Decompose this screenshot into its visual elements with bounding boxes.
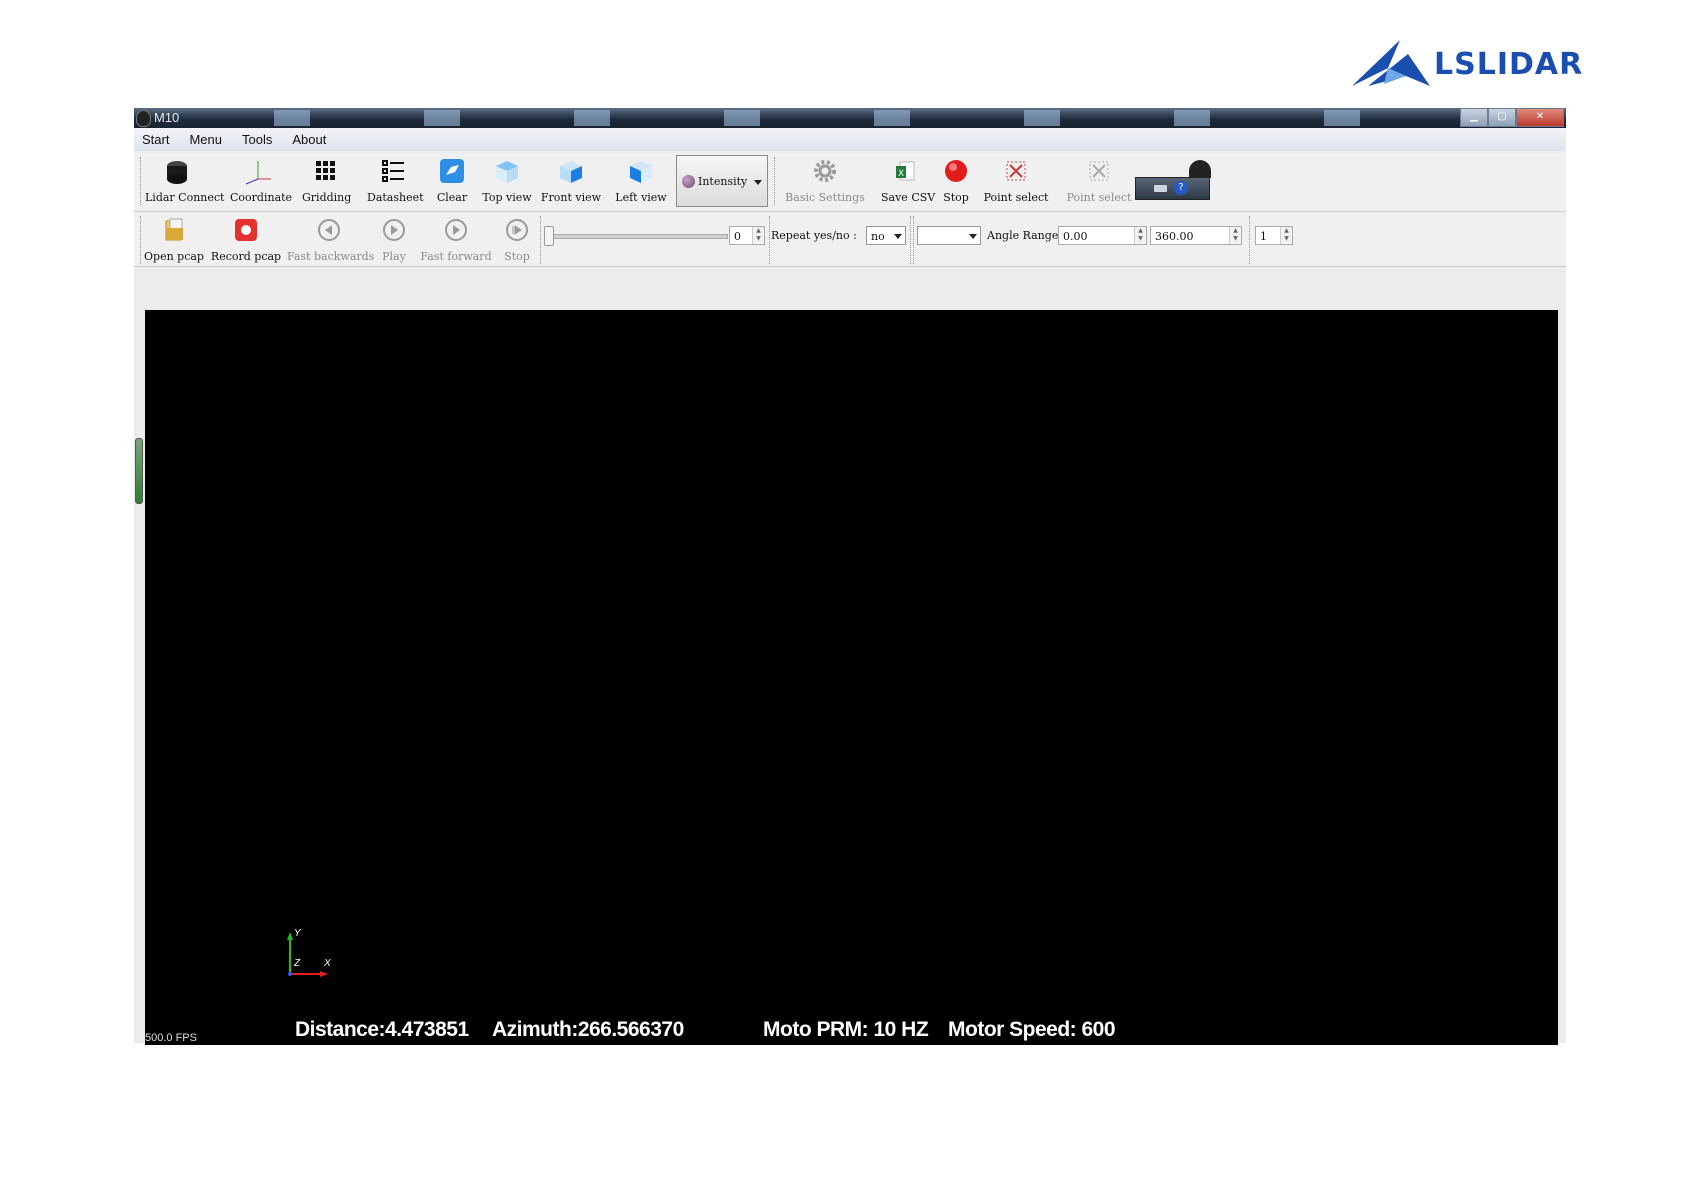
datasheet-icon (378, 157, 408, 187)
top-view-button[interactable]: Top view (480, 157, 534, 204)
frame-spin-arrows[interactable]: ▲ ▼ (752, 227, 764, 244)
step-spin-arrows[interactable]: ▲ ▼ (1280, 227, 1292, 244)
step-spinbox[interactable]: 1 ▲ ▼ (1255, 226, 1293, 245)
lidar-connect-button[interactable]: Lidar Connect (145, 157, 224, 204)
intensity-color-icon (682, 175, 695, 188)
clear-button[interactable]: Clear (434, 157, 470, 204)
menu-about[interactable]: About (292, 132, 326, 147)
point-select-button[interactable]: Point select (981, 157, 1051, 204)
help-icon[interactable]: ? (1174, 181, 1188, 195)
open-pcap-button[interactable]: Open pcap (144, 216, 204, 263)
cube-top-icon (492, 157, 522, 187)
playback-slider-handle[interactable] (544, 226, 554, 246)
axis-z-label: Z (294, 958, 301, 969)
input-method-toolbar[interactable]: ? (1135, 160, 1211, 200)
coordinate-button[interactable]: Coordinate (230, 157, 292, 204)
basic-settings-button[interactable]: Basic Settings (784, 157, 866, 204)
maximize-button[interactable]: ▢ (1488, 108, 1516, 127)
fast-forward-icon (441, 216, 471, 246)
front-view-button[interactable]: Front view (540, 157, 602, 204)
cube-left-icon (626, 157, 656, 187)
motor-speed-readout: Motor Speed: 600 (948, 1018, 1116, 1041)
stop-lidar-button[interactable]: Stop (939, 157, 973, 204)
color-mode-label: Intensity (698, 175, 748, 188)
device-dropdown-arrow-icon (969, 234, 977, 239)
angle-max-spin-arrows[interactable]: ▲ ▼ (1229, 227, 1241, 244)
dropdown-arrow-icon (754, 180, 762, 185)
repeat-label: Repeat yes/no : (771, 229, 857, 242)
point-select-disabled-icon (1084, 157, 1114, 187)
repeat-dropdown-arrow-icon (894, 234, 902, 239)
menu-bar: Start Menu Tools About (134, 128, 1566, 151)
point-cloud-viewport[interactable]: Y Z X 500.0 FPS Distance:4.473851 Azimut… (145, 310, 1558, 1045)
lslidar-logo: LSLIDAR (1348, 36, 1598, 92)
distance-readout: Distance:4.473851 (295, 1018, 469, 1041)
menu-start[interactable]: Start (142, 132, 169, 147)
play-button[interactable]: Play (378, 216, 410, 263)
stop-playback-button[interactable]: Stop (499, 216, 535, 263)
angle-max-spinbox[interactable]: 360.00 ▲ ▼ (1150, 226, 1242, 245)
excel-icon: X (891, 157, 921, 187)
lslidar-logo-mark (1352, 40, 1430, 86)
keyboard-icon[interactable] (1154, 185, 1167, 192)
gridding-button[interactable]: Gridding (302, 157, 351, 204)
repeat-dropdown[interactable]: no (866, 226, 906, 245)
axis-widget: Y Z X (284, 928, 334, 980)
left-view-button[interactable]: Left view (613, 157, 669, 204)
record-pcap-button[interactable]: Record pcap (210, 216, 282, 263)
cube-front-icon (556, 157, 586, 187)
record-icon (231, 216, 261, 246)
point-select-icon (1001, 157, 1031, 187)
coordinate-icon (243, 157, 273, 187)
app-window: M10 ▁ ▢ ✕ Start Menu Tools About Lidar C… (134, 108, 1566, 1045)
azimuth-readout: Azimuth:266.566370 (492, 1018, 684, 1041)
play-icon (379, 216, 409, 246)
moto-prm-readout: Moto PRM: 10 HZ (763, 1018, 929, 1041)
svg-text:X: X (898, 169, 904, 179)
user-avatar-icon (1189, 160, 1211, 178)
playback-toolbar: Open pcap Record pcap Fast backwards Pla… (134, 212, 1566, 267)
fast-forward-button[interactable]: Fast forward (419, 216, 493, 263)
axis-x-label: X (324, 958, 331, 969)
menu-tools[interactable]: Tools (242, 132, 272, 147)
fps-counter: 500.0 FPS (145, 1032, 197, 1044)
color-mode-dropdown[interactable]: Intensity (676, 155, 768, 207)
title-bar[interactable]: M10 ▁ ▢ ✕ (134, 108, 1566, 128)
stop-red-circle-icon (941, 157, 971, 187)
frame-spinbox[interactable]: 0 ▲ ▼ (729, 226, 765, 245)
minimize-button[interactable]: ▁ (1460, 108, 1488, 127)
app-icon (136, 110, 151, 127)
grid-icon (311, 157, 341, 187)
angle-min-spin-arrows[interactable]: ▲ ▼ (1134, 227, 1146, 244)
stop-icon (502, 216, 532, 246)
rewind-icon (314, 216, 344, 246)
axis-y-label: Y (294, 928, 301, 939)
angle-min-spinbox[interactable]: 0.00 ▲ ▼ (1058, 226, 1147, 245)
fast-backwards-button[interactable]: Fast backwards (287, 216, 374, 263)
device-dropdown[interactable] (917, 226, 981, 245)
close-button[interactable]: ✕ (1516, 108, 1564, 127)
gear-icon (810, 157, 840, 187)
playback-slider-track[interactable] (546, 234, 728, 239)
side-dock-handle[interactable] (135, 438, 143, 504)
main-toolbar: Lidar Connect Coordinate Gridding Datash… (134, 153, 1566, 212)
folder-icon (159, 216, 189, 246)
point-select-2-button[interactable]: Point select (1064, 157, 1134, 204)
save-csv-button[interactable]: X Save CSV (881, 157, 935, 204)
logo-text: LSLIDAR (1434, 46, 1584, 82)
datasheet-button[interactable]: Datasheet (367, 157, 424, 204)
lidar-icon (162, 157, 192, 187)
window-title: M10 (154, 110, 180, 125)
angle-range-label: Angle Range: (987, 229, 1063, 242)
menu-menu[interactable]: Menu (189, 132, 222, 147)
clear-icon (437, 157, 467, 187)
